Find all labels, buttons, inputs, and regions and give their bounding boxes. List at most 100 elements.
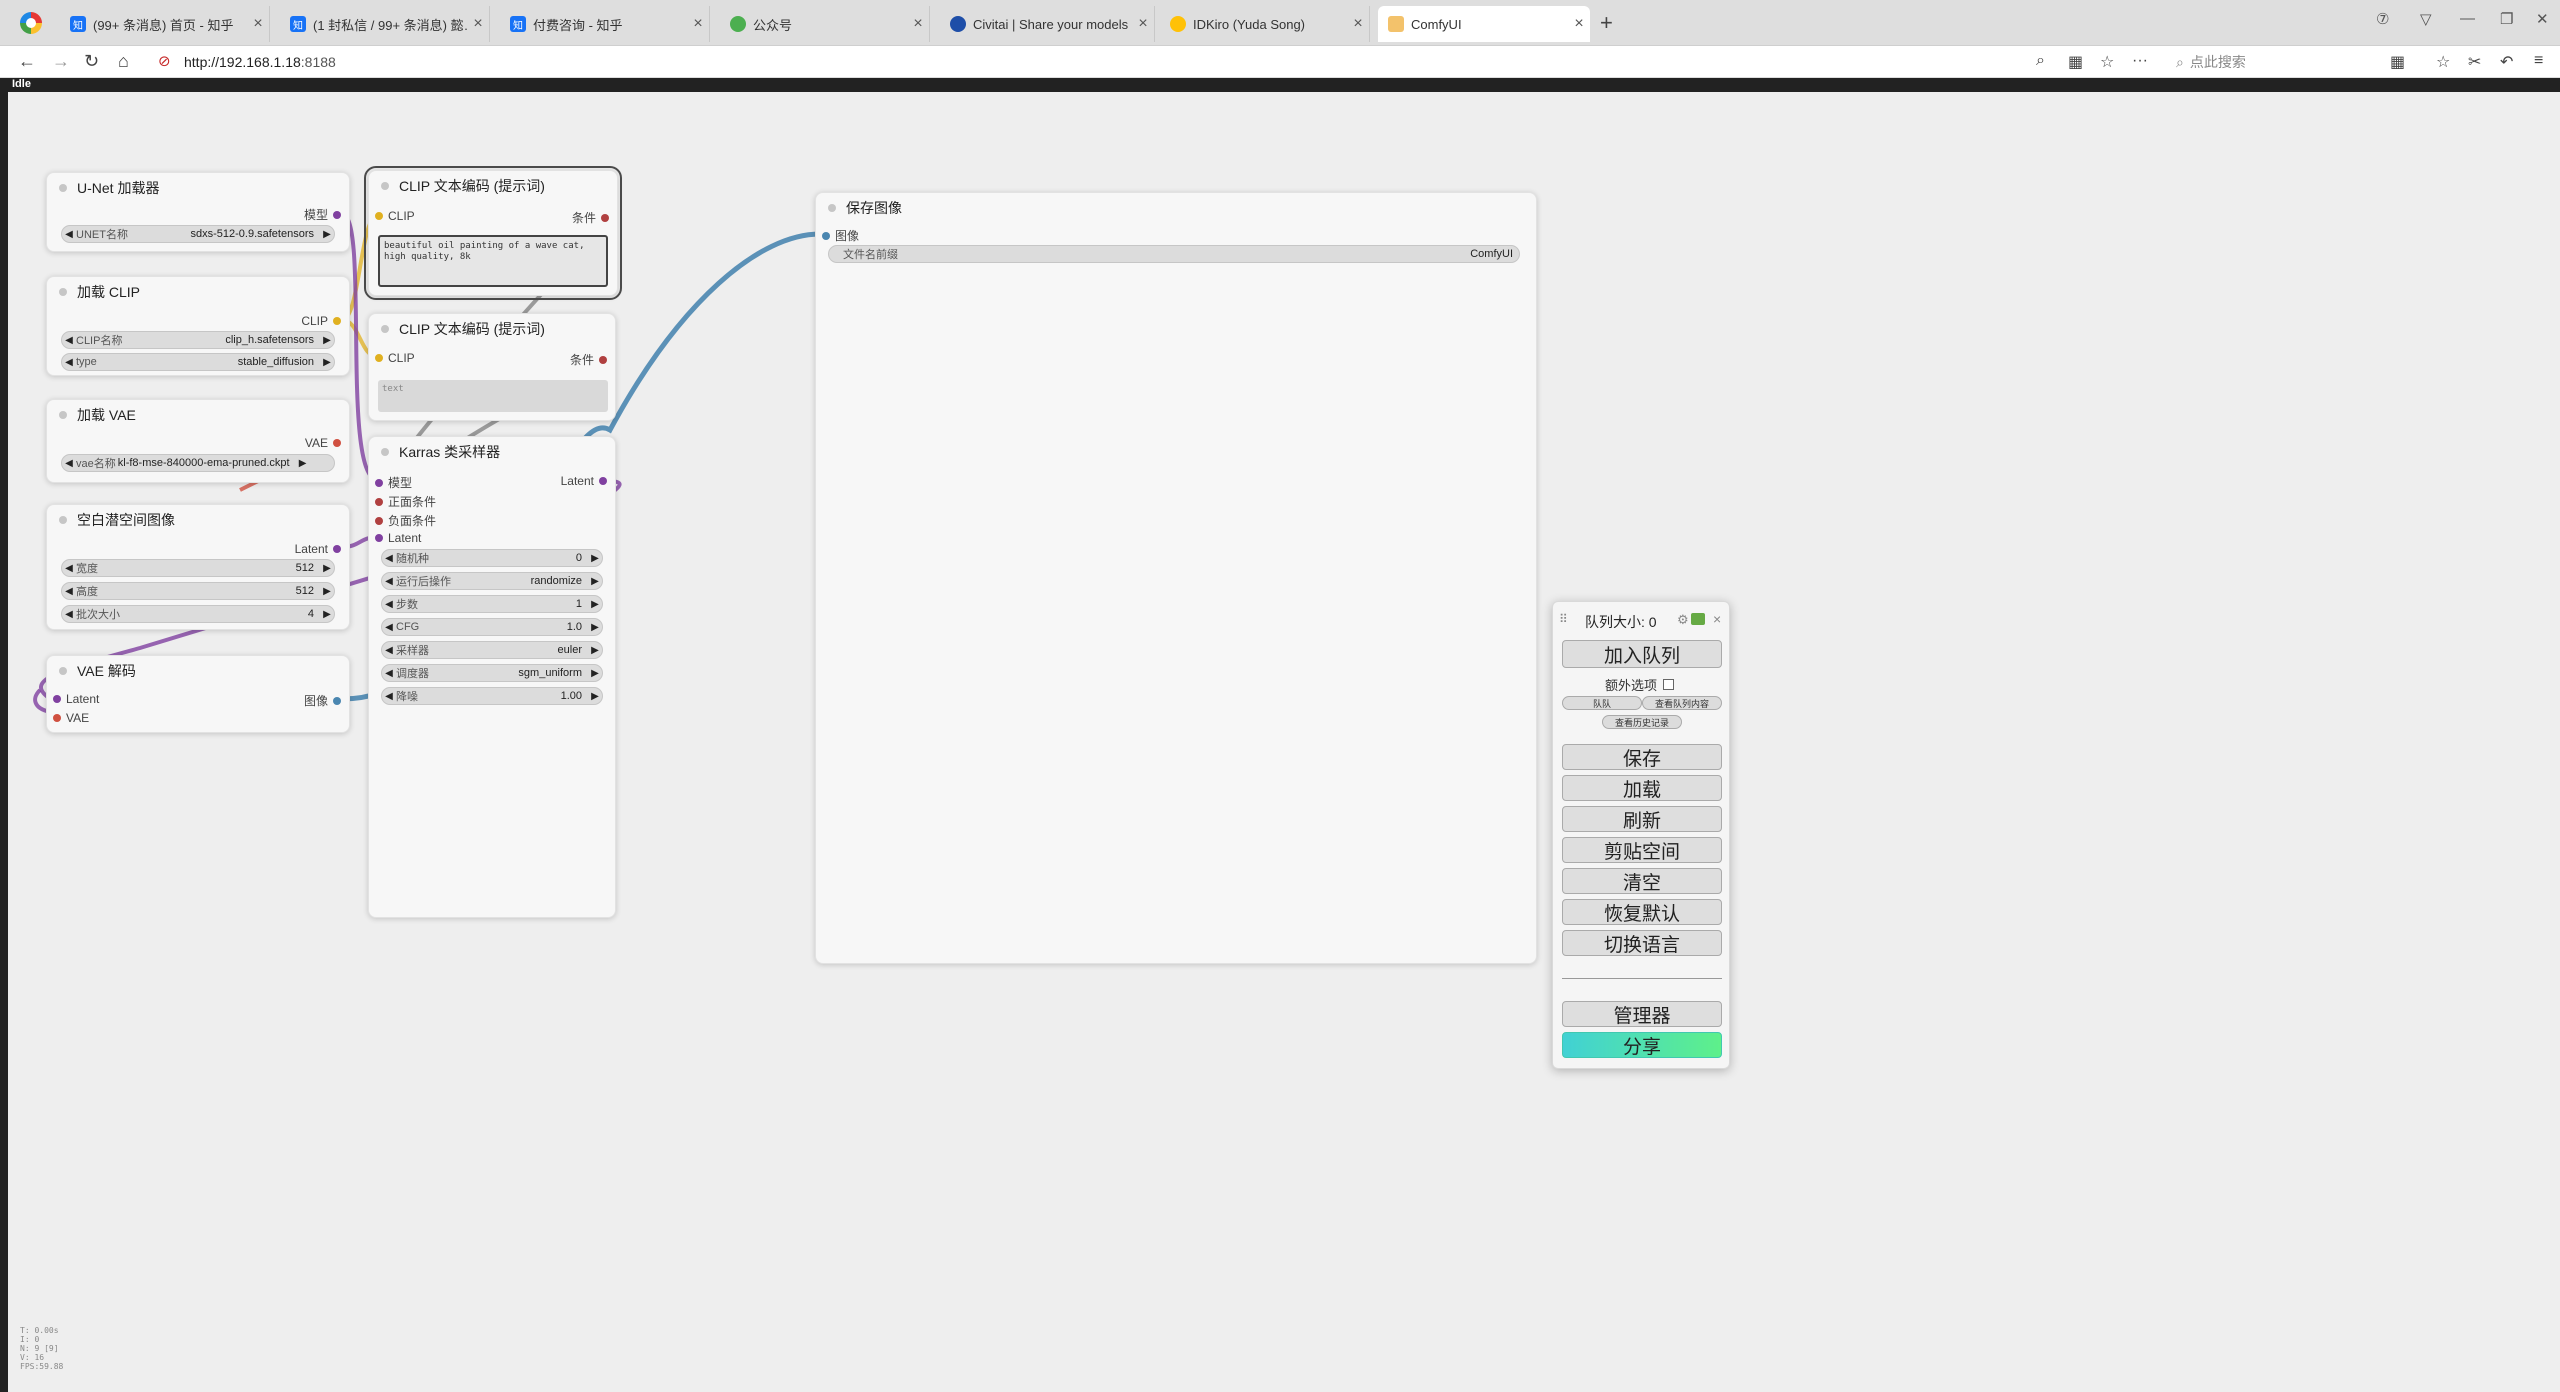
widget-clip-type[interactable]: ◀ type stable_diffusion ▶	[61, 353, 335, 371]
close-icon[interactable]: ×	[1713, 611, 1721, 627]
widget-width[interactable]: ◀ 宽度 512 ▶	[61, 559, 335, 577]
drag-handle-icon[interactable]: ⠿	[1559, 612, 1568, 626]
manager-button[interactable]: 管理器	[1562, 1001, 1722, 1027]
input-slot-clip[interactable]: CLIP	[375, 209, 415, 223]
arrow-left-icon[interactable]: ◀	[382, 576, 396, 587]
arrow-right-icon[interactable]: ▶	[320, 335, 334, 346]
queue-prompt-button[interactable]: 加入队列	[1562, 640, 1722, 668]
restore-icon[interactable]: ❐	[2500, 10, 2513, 28]
node-karras-sampler[interactable]: Karras 类采样器 模型 正面条件 负面条件 Latent Latent ◀…	[368, 436, 616, 918]
arrow-right-icon[interactable]: ▶	[588, 691, 602, 702]
arrow-right-icon[interactable]: ▶	[296, 458, 310, 469]
prompt-textarea-positive[interactable]: beautiful oil painting of a wave cat, hi…	[378, 235, 608, 287]
tab-list-icon[interactable]: ⑦	[2376, 10, 2389, 28]
input-slot-images[interactable]: 图像	[822, 227, 859, 244]
arrow-left-icon[interactable]: ◀	[382, 553, 396, 564]
arrow-left-icon[interactable]: ◀	[382, 622, 396, 633]
collapse-dot-icon[interactable]	[381, 325, 389, 333]
collapse-dot-icon[interactable]	[828, 204, 836, 212]
widget-batch-size[interactable]: ◀ 批次大小 4 ▶	[61, 605, 335, 623]
node-save-image[interactable]: 保存图像 图像 文件名前缀 ComfyUI	[815, 192, 1537, 964]
arrow-left-icon[interactable]: ◀	[62, 609, 76, 620]
back-icon[interactable]: ←	[18, 51, 36, 72]
widget-control-after[interactable]: ◀ 运行后操作 randomize ▶	[381, 572, 603, 590]
favorites-icon[interactable]: ☆	[2436, 52, 2450, 72]
output-slot-conditioning[interactable]: 条件	[570, 351, 607, 368]
pin-icon[interactable]: ▽	[2420, 10, 2432, 28]
arrow-left-icon[interactable]: ◀	[62, 357, 76, 368]
search-input[interactable]: ⌕ 点此搜索	[2176, 50, 2356, 74]
collapse-dot-icon[interactable]	[59, 411, 67, 419]
arrow-right-icon[interactable]: ▶	[588, 622, 602, 633]
input-slot-clip[interactable]: CLIP	[375, 351, 415, 365]
collapse-dot-icon[interactable]	[59, 288, 67, 296]
arrow-left-icon[interactable]: ◀	[382, 599, 396, 610]
clear-button[interactable]: 清空	[1562, 868, 1722, 894]
input-slot-model[interactable]: 模型	[375, 474, 412, 491]
collapse-dot-icon[interactable]	[59, 667, 67, 675]
home-icon[interactable]: ⌂	[118, 51, 129, 72]
arrow-left-icon[interactable]: ◀	[382, 691, 396, 702]
input-slot-negative[interactable]: 负面条件	[375, 512, 436, 529]
node-clip-text-positive[interactable]: CLIP 文本编码 (提示词) CLIP 条件 beautiful oil pa…	[364, 166, 622, 300]
new-tab-button[interactable]: +	[1600, 10, 1613, 36]
output-slot-model[interactable]: 模型	[304, 206, 341, 223]
view-history-button[interactable]: 查看历史记录	[1602, 715, 1682, 729]
view-queue-button[interactable]: 查看队列内容	[1642, 696, 1722, 710]
switch-language-button[interactable]: 切换语言	[1562, 930, 1722, 956]
tab-civitai[interactable]: Civitai | Share your models ×	[940, 6, 1155, 42]
collapse-dot-icon[interactable]	[381, 182, 389, 190]
widget-cfg[interactable]: ◀ CFG 1.0 ▶	[381, 618, 603, 636]
arrow-left-icon[interactable]: ◀	[62, 229, 76, 240]
extensions-icon[interactable]: ▦	[2390, 52, 2405, 72]
load-default-button[interactable]: 恢复默认	[1562, 899, 1722, 925]
forward-icon[interactable]: →	[52, 51, 70, 72]
url-field[interactable]: http://192.168.1.18:8188	[184, 54, 336, 70]
load-button[interactable]: 加载	[1562, 775, 1722, 801]
scissors-icon[interactable]: ✂	[2468, 52, 2481, 72]
close-icon[interactable]: ×	[1132, 15, 1154, 33]
tab-wechat[interactable]: 公众号 ×	[720, 6, 930, 42]
arrow-left-icon[interactable]: ◀	[62, 586, 76, 597]
arrow-right-icon[interactable]: ▶	[588, 645, 602, 656]
tab-zhihu-messages[interactable]: 知 (1 封私信 / 99+ 条消息) 懿… ×	[280, 6, 490, 42]
output-slot-conditioning[interactable]: 条件	[572, 209, 609, 226]
tab-huggingface[interactable]: IDKiro (Yuda Song) ×	[1160, 6, 1370, 42]
tab-zhihu-consult[interactable]: 知 付费咨询 - 知乎 ×	[500, 6, 710, 42]
widget-seed[interactable]: ◀ 随机种 0 ▶	[381, 549, 603, 567]
close-icon[interactable]: ×	[907, 15, 929, 33]
widget-height[interactable]: ◀ 高度 512 ▶	[61, 582, 335, 600]
extra-options-checkbox[interactable]	[1663, 679, 1675, 690]
arrow-right-icon[interactable]: ▶	[320, 563, 334, 574]
arrow-left-icon[interactable]: ◀	[382, 668, 396, 679]
widget-scheduler[interactable]: ◀ 调度器 sgm_uniform ▶	[381, 664, 603, 682]
close-icon[interactable]: ×	[467, 15, 489, 33]
widget-steps[interactable]: ◀ 步数 1 ▶	[381, 595, 603, 613]
widget-denoise[interactable]: ◀ 降噪 1.00 ▶	[381, 687, 603, 705]
collapse-dot-icon[interactable]	[59, 516, 67, 524]
input-slot-latent[interactable]: Latent	[375, 531, 421, 545]
close-icon[interactable]: ×	[687, 15, 709, 33]
output-slot-latent[interactable]: Latent	[295, 542, 341, 556]
node-load-clip[interactable]: 加载 CLIP CLIP ◀ CLIP名称 clip_h.safetensors…	[46, 276, 350, 376]
arrow-right-icon[interactable]: ▶	[588, 599, 602, 610]
arrow-left-icon[interactable]: ◀	[62, 335, 76, 346]
close-icon[interactable]: ×	[1347, 15, 1369, 33]
collapse-dot-icon[interactable]	[59, 184, 67, 192]
output-slot-clip[interactable]: CLIP	[301, 314, 341, 328]
node-vae-decode[interactable]: VAE 解码 Latent VAE 图像	[46, 655, 350, 733]
window-close-icon[interactable]: ✕	[2536, 10, 2549, 28]
node-empty-latent[interactable]: 空白潜空间图像 Latent ◀ 宽度 512 ▶ ◀ 高度 512 ▶ ◀ 批…	[46, 504, 350, 630]
arrow-right-icon[interactable]: ▶	[320, 586, 334, 597]
arrow-right-icon[interactable]: ▶	[320, 357, 334, 368]
arrow-right-icon[interactable]: ▶	[320, 229, 334, 240]
prompt-textarea-negative[interactable]: text	[378, 380, 608, 412]
clipspace-button[interactable]: 剪贴空间	[1562, 837, 1722, 863]
gear-icon[interactable]: ⚙	[1677, 612, 1689, 628]
output-slot-image[interactable]: 图像	[304, 692, 341, 709]
image-gallery-icon[interactable]	[1691, 613, 1705, 625]
save-button[interactable]: 保存	[1562, 744, 1722, 770]
undo-icon[interactable]: ↶	[2500, 52, 2513, 72]
widget-vae-name[interactable]: ◀ vae名称 kl-f8-mse-840000-ema-pruned.ckpt…	[61, 454, 335, 472]
zoom-icon[interactable]: ⌕	[2036, 52, 2045, 70]
